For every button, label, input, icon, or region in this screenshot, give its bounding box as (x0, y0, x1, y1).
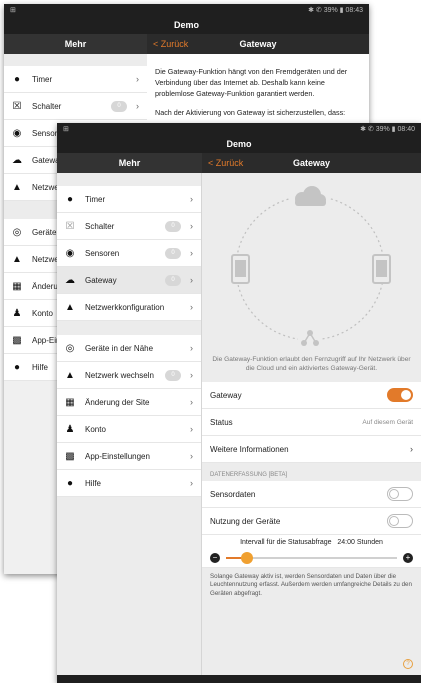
menu-item-timer[interactable]: ● Timer › (4, 66, 147, 93)
menu-item-schalter[interactable]: ☒ Schalter 0 › (4, 93, 147, 120)
header-bar: Mehr < Zurück Gateway (57, 153, 421, 173)
nearby-icon: ◎ (65, 342, 75, 354)
network-icon: ▲ (12, 253, 22, 265)
header-bar: Mehr < Zurück Gateway (4, 34, 369, 54)
slider-knob[interactable] (240, 552, 253, 564)
menu-item-geraete-naehe[interactable]: ◎ Geräte in der Nähe › (57, 335, 201, 362)
status-bar: ⊞ ✱ ✆ 39% ▮ 08:43 (4, 4, 369, 16)
section-label: DATENERFASSUNG [BETA] (210, 472, 288, 478)
count-badge: 0 (165, 369, 181, 381)
info-icon: ● (13, 361, 21, 373)
interval-section: Intervall für die Statusabfrage 24:00 St… (202, 535, 421, 568)
menu-item-gateway[interactable]: ☁ Gateway 0 › (57, 267, 201, 294)
gateway-toggle[interactable] (387, 388, 413, 402)
user-icon: ♟ (65, 423, 75, 435)
cloud-icon (290, 186, 330, 209)
count-badge: 0 (165, 247, 181, 259)
help-icon[interactable]: ? (403, 659, 413, 669)
cloud-icon: ☁ (12, 154, 22, 166)
interval-value: 24:00 Stunden (337, 539, 383, 546)
decrease-button[interactable]: − (210, 553, 220, 563)
gateway-toggle-row: Gateway (202, 382, 421, 409)
increase-button[interactable]: + (403, 553, 413, 563)
settings-icon: ▩ (12, 334, 22, 346)
left-header-title: Mehr (57, 153, 202, 173)
usage-toggle[interactable] (387, 514, 413, 528)
clock-icon: ● (66, 193, 74, 205)
sensor-data-toggle[interactable] (387, 487, 413, 501)
nearby-icon: ◎ (12, 226, 22, 238)
switch-icon: ☒ (65, 220, 75, 232)
left-header-title: Mehr (4, 34, 147, 54)
gateway-content: Die Gateway-Funktion erlaubt den Fernzug… (202, 173, 421, 683)
interval-label: Intervall für die Statusabfrage (240, 539, 332, 546)
back-button[interactable]: < Zurück (208, 158, 243, 168)
clock-icon: ● (13, 73, 21, 85)
gateway-diagram (231, 186, 391, 350)
gateway-info-text: Die Gateway-Funktion hängt von den Fremd… (155, 67, 348, 99)
front-window: ⊞ ✱ ✆ 39% ▮ 08:40 Demo Mehr < Zurück Gate… (57, 123, 421, 683)
more-info-row[interactable]: Weitere Informationen › (202, 436, 421, 463)
connection-circle (235, 195, 385, 341)
interval-slider[interactable] (226, 552, 397, 564)
usage-row: Nutzung der Geräte (202, 508, 421, 535)
network-icon: ▲ (12, 181, 22, 193)
count-badge: 0 (165, 274, 181, 286)
menu-item-schalter[interactable]: ☒ Schalter 0 › (57, 213, 201, 240)
settings-icon: ▩ (65, 450, 75, 462)
app-title: Demo (57, 135, 421, 153)
tablet-right-icon (372, 254, 391, 284)
menu-item-timer[interactable]: ● Timer › (57, 186, 201, 213)
network-node-icon (298, 328, 322, 350)
tablet-left-icon (231, 254, 250, 284)
menu-item-netzwerkkonfiguration[interactable]: ▲ Netzwerkkonfiguration › (57, 294, 201, 321)
info-icon: ● (66, 477, 74, 489)
gateway-description: Die Gateway-Funktion erlaubt den Fernzug… (212, 356, 411, 372)
left-menu: ● Timer › ☒ Schalter 0 › ◉ Sensoren 0 › ☁ Gateway… (57, 173, 202, 683)
menu-item-app-einstellungen[interactable]: ▩ App-Einstellungen › (57, 443, 201, 470)
gateway-info-text-2: Nach der Aktivierung von Gateway ist sic… (155, 108, 346, 118)
chevron-right-icon: › (410, 444, 413, 454)
cloud-icon: ☁ (65, 274, 75, 286)
sensor-data-row: Sensordaten (202, 481, 421, 508)
network-icon: ▲ (65, 369, 75, 381)
sensor-icon: ◉ (65, 247, 75, 259)
count-badge: 0 (165, 220, 181, 232)
status-text: ✱ ✆ 39% ▮ 08:40 (360, 126, 415, 133)
menu-item-konto[interactable]: ♟ Konto › (57, 416, 201, 443)
network-icon: ▲ (65, 301, 75, 313)
user-icon: ♟ (12, 307, 22, 319)
switch-icon: ☒ (12, 100, 22, 112)
status-value: Auf diesem Gerät (362, 418, 413, 426)
back-button[interactable]: < Zurück (153, 39, 188, 49)
footer-note: Solange Gateway aktiv ist, werden Sensor… (210, 573, 412, 597)
status-row: Status Auf diesem Gerät (202, 409, 421, 436)
menu-item-site[interactable]: ▦ Änderung der Site › (57, 389, 201, 416)
menu-item-netzwerk-wechseln[interactable]: ▲ Netzwerk wechseln 0 › (57, 362, 201, 389)
menu-item-sensoren[interactable]: ◉ Sensoren 0 › (57, 240, 201, 267)
building-icon: ▦ (12, 280, 22, 292)
menu-item-hilfe[interactable]: ● Hilfe › (57, 470, 201, 497)
right-header-title: Gateway (239, 39, 277, 49)
building-icon: ▦ (65, 396, 75, 408)
status-bar: ⊞ ✱ ✆ 39% ▮ 08:40 (57, 123, 421, 135)
right-header-title: Gateway (292, 158, 331, 168)
nav-bar (57, 675, 421, 683)
app-title: Demo (4, 16, 369, 34)
status-text: ✱ ✆ 39% ▮ 08:43 (308, 7, 363, 14)
sensor-icon: ◉ (12, 127, 22, 139)
